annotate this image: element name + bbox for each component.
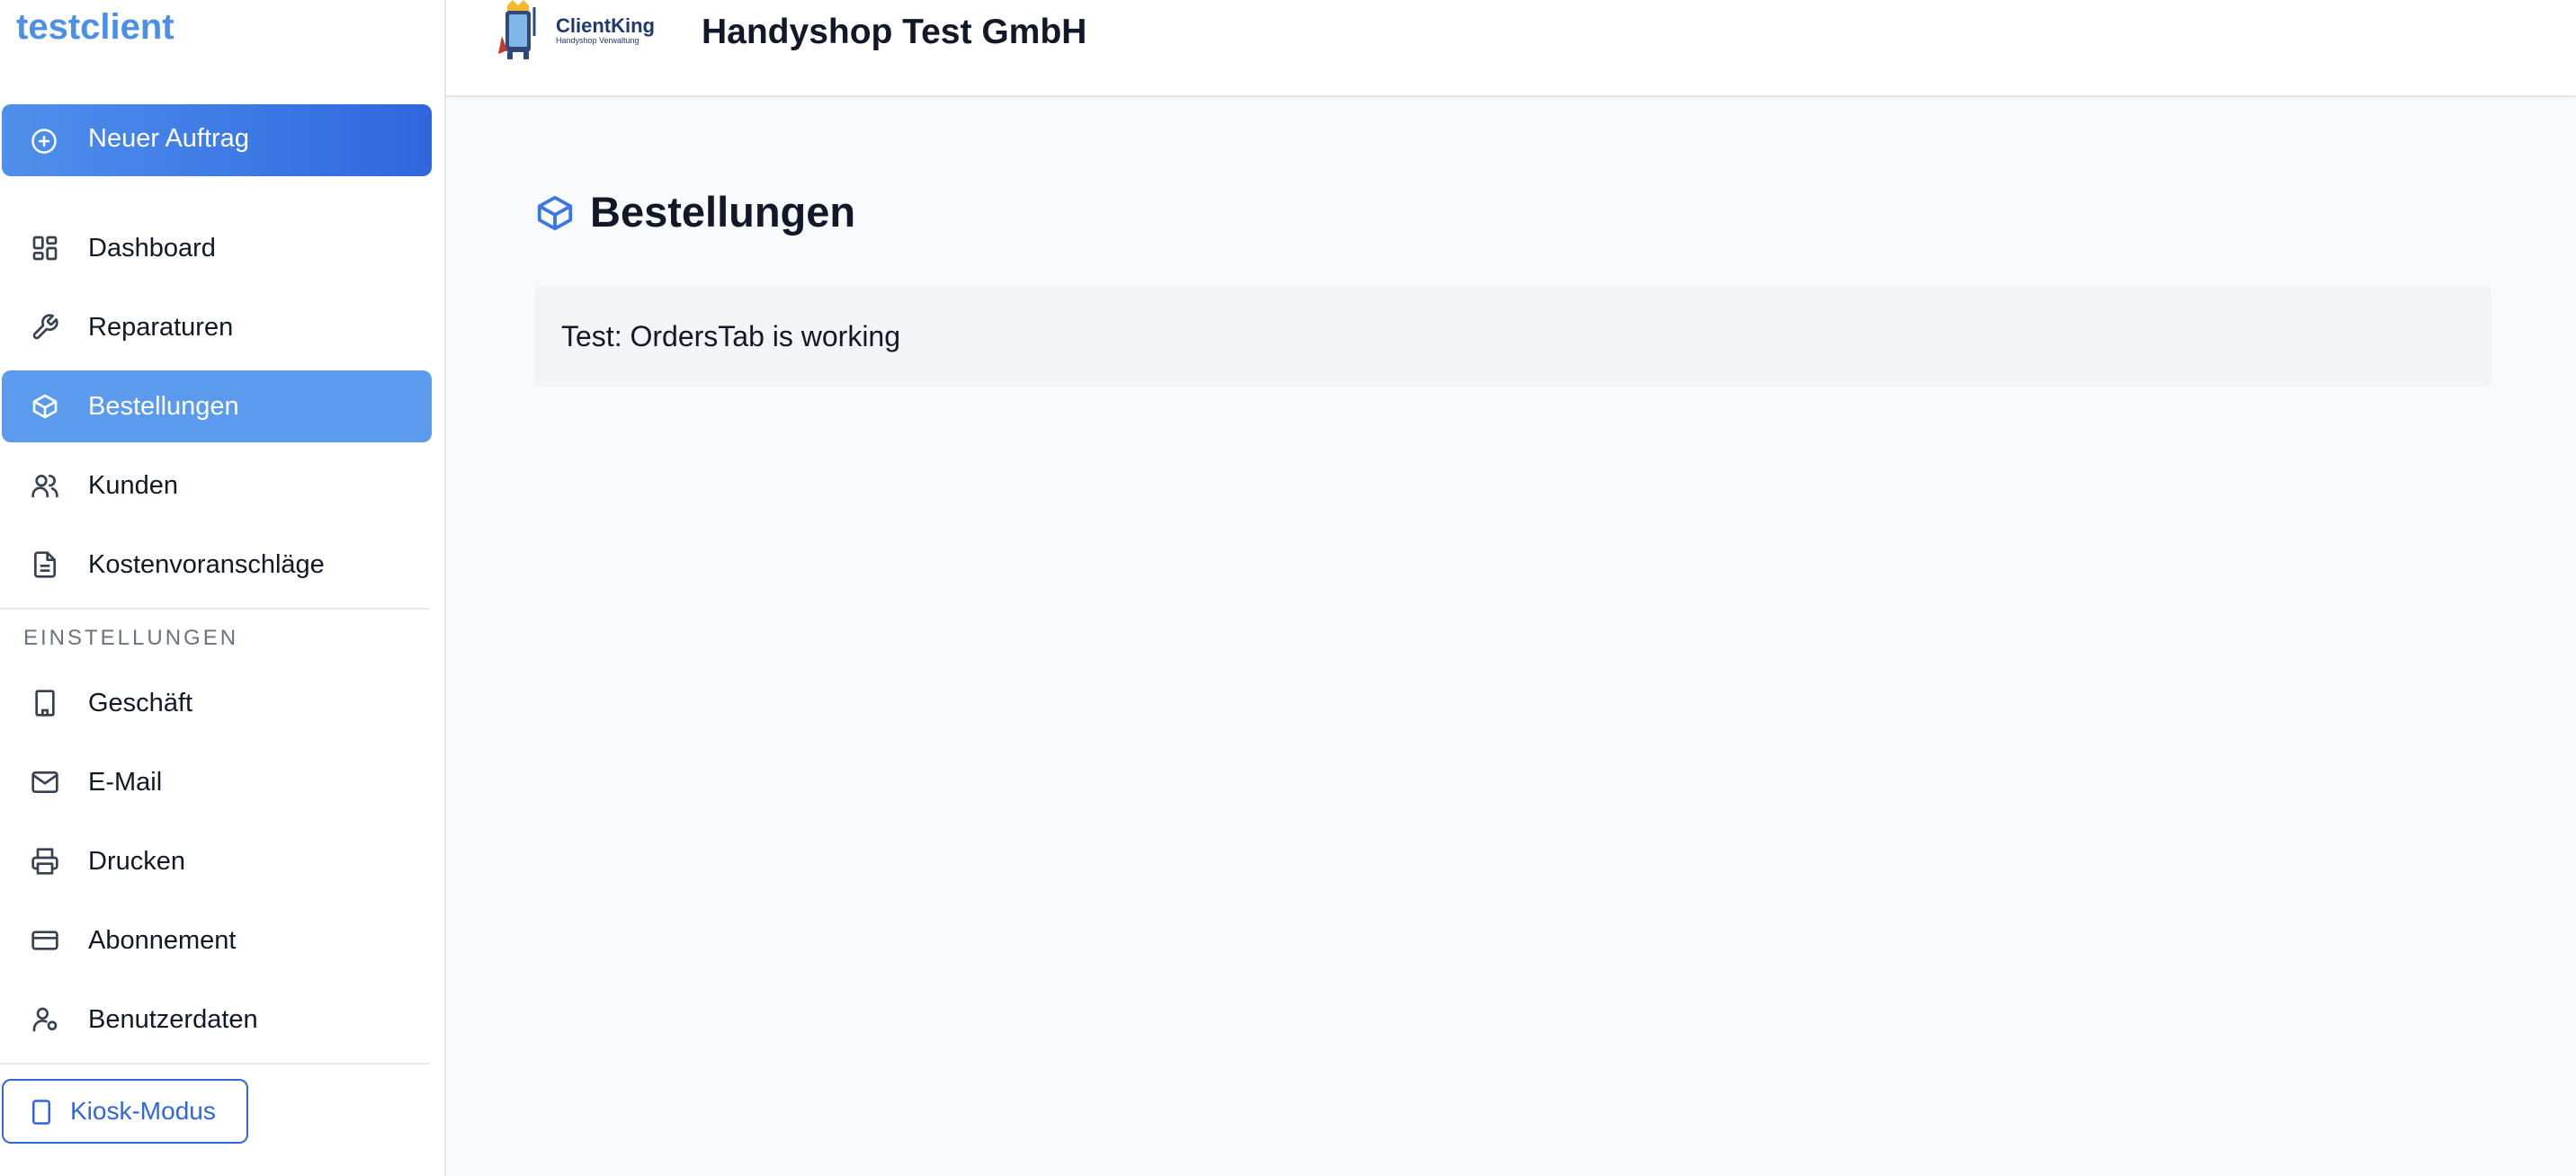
document-icon xyxy=(34,551,56,578)
nav-item-label: E-Mail xyxy=(88,768,163,797)
kiosk-mode-label: Kiosk-Modus xyxy=(70,1097,216,1125)
nav-item-reparaturen[interactable]: Reparaturen xyxy=(2,291,432,363)
page-title: Bestellungen xyxy=(590,188,856,236)
nav-item-kostenvoranschlaege[interactable]: Kostenvoranschläge xyxy=(2,529,432,601)
logo-mascot-icon xyxy=(498,0,536,59)
wrench-icon xyxy=(32,314,58,340)
plus-circle-icon xyxy=(31,129,57,154)
kiosk-mode-button[interactable]: Kiosk-Modus xyxy=(2,1079,248,1144)
nav-item-label: Kunden xyxy=(88,471,178,500)
sidebar-divider xyxy=(0,608,430,610)
nav-item-drucken[interactable]: Drucken xyxy=(2,825,432,897)
brand-name[interactable]: testclient xyxy=(16,7,174,48)
nav-item-label: Kostenvoranschläge xyxy=(88,550,325,579)
top-bar: ClientKing Handyshop Verwaltung Handysho… xyxy=(446,0,2576,97)
sidebar: testclient Neuer Auftrag Dashboard Repar… xyxy=(0,0,446,1176)
logo-subtext: Handyshop Verwaltung xyxy=(556,36,640,45)
nav-item-geschaeft[interactable]: Geschäft xyxy=(2,667,432,739)
package-icon xyxy=(537,195,573,231)
company-name: Handyshop Test GmbH xyxy=(702,13,1087,51)
new-order-button[interactable]: Neuer Auftrag xyxy=(2,104,432,176)
package-icon xyxy=(32,394,58,419)
tablet-icon xyxy=(32,1100,50,1125)
nav-item-label: Bestellungen xyxy=(88,392,239,421)
nav-item-label: Drucken xyxy=(88,847,185,876)
building-icon xyxy=(35,690,55,717)
clientking-logo: ClientKing Handyshop Verwaltung xyxy=(491,0,671,63)
main-content: Bestellungen Test: OrdersTab is working xyxy=(446,97,2576,1176)
new-order-label: Neuer Auftrag xyxy=(88,124,249,153)
credit-card-icon xyxy=(31,931,58,950)
logo-text: ClientKing xyxy=(556,14,655,37)
user-settings-icon xyxy=(32,1007,58,1032)
nav-item-bestellungen[interactable]: Bestellungen xyxy=(2,370,432,442)
nav-item-kunden[interactable]: Kunden xyxy=(2,450,432,521)
test-message: Test: OrdersTab is working xyxy=(561,320,901,352)
nav-item-label: Geschäft xyxy=(88,689,193,717)
nav-item-benutzerdaten[interactable]: Benutzerdaten xyxy=(2,984,432,1056)
nav-item-dashboard[interactable]: Dashboard xyxy=(2,212,432,284)
dashboard-icon xyxy=(32,236,58,261)
printer-icon xyxy=(31,848,58,875)
settings-section-label: EINSTELLUNGEN xyxy=(23,626,239,650)
users-icon xyxy=(31,475,58,498)
nav-item-label: Benutzerdaten xyxy=(88,1005,258,1034)
test-message-box: Test: OrdersTab is working xyxy=(534,286,2491,387)
sidebar-divider xyxy=(0,1063,430,1065)
nav-item-label: Dashboard xyxy=(88,234,216,263)
nav-item-label: Reparaturen xyxy=(88,313,234,342)
nav-item-abonnement[interactable]: Abonnement xyxy=(2,904,432,976)
nav-item-email[interactable]: E-Mail xyxy=(2,746,432,818)
mail-icon xyxy=(31,771,58,793)
nav-item-label: Abonnement xyxy=(88,926,237,955)
